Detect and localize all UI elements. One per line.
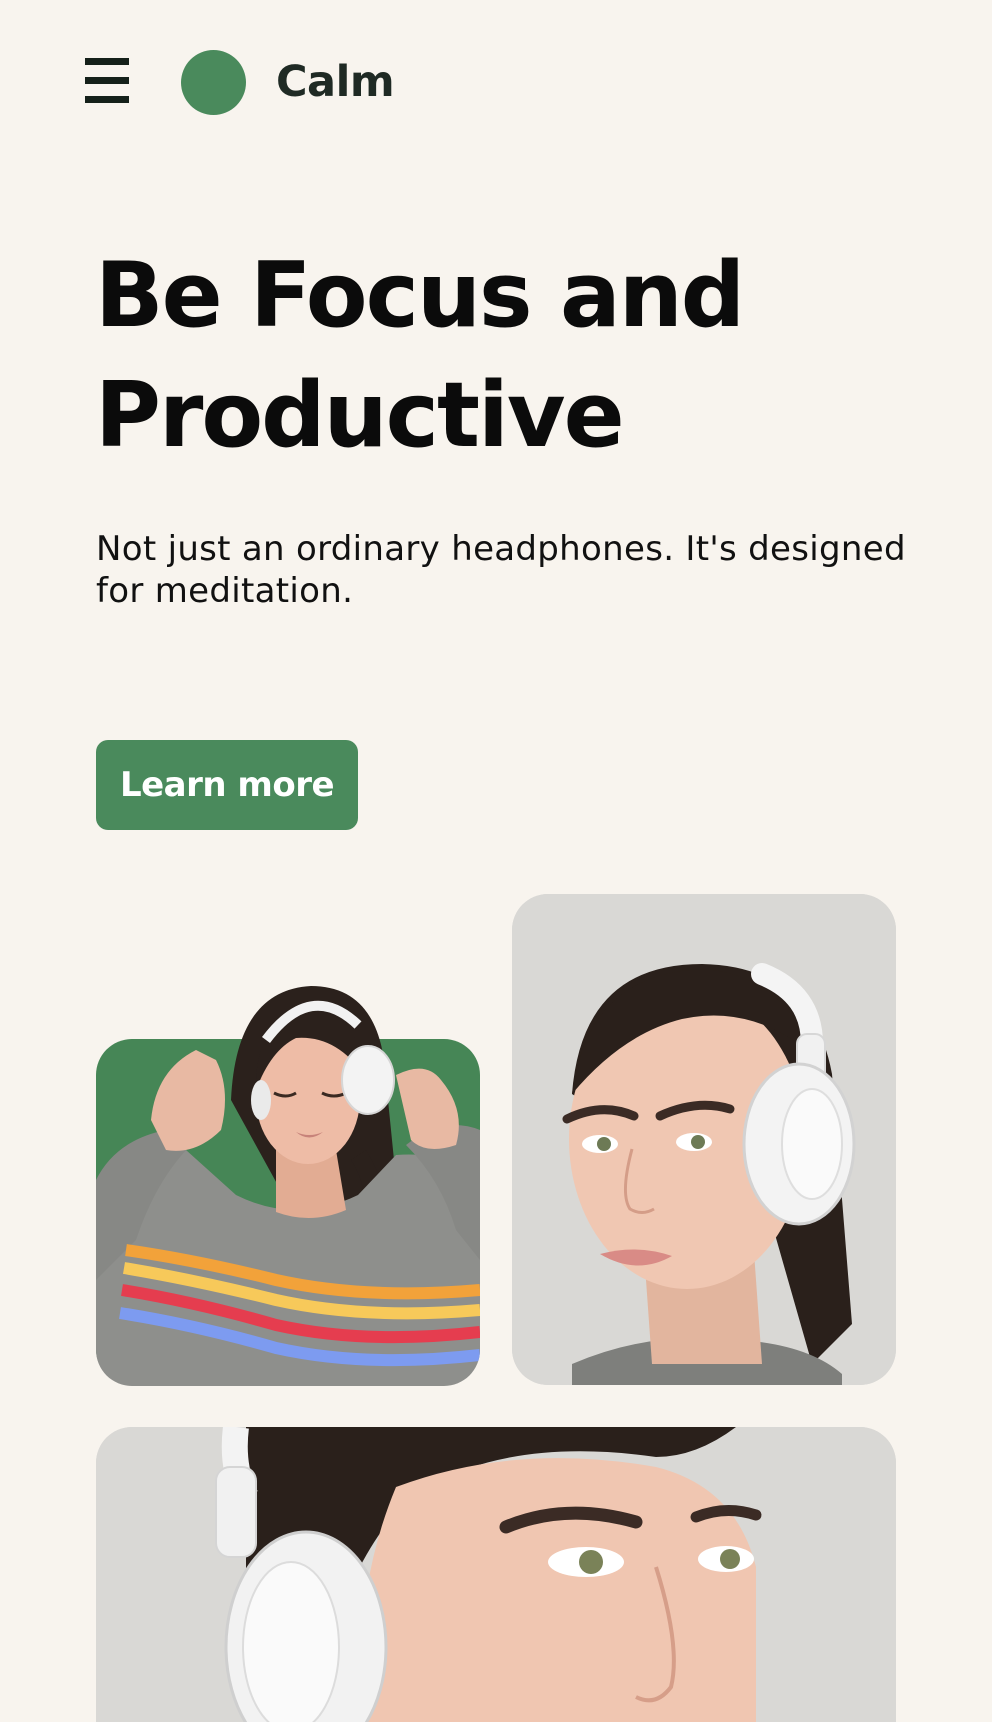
hamburger-line [85,96,129,103]
woman-with-headphones-eyes-closed-photo [96,980,480,1386]
hamburger-menu-icon[interactable] [85,58,129,104]
hero-title: Be Focus and Productive [95,236,915,476]
photo-illustration-3 [96,1427,896,1722]
hamburger-line [85,77,129,84]
landing-page: Calm Be Focus and Productive Not just an … [0,0,992,1722]
hero-title-line-2: Productive [95,363,625,468]
photo-illustration-2 [512,894,896,1385]
green-circle-logo-icon[interactable] [181,50,246,115]
woman-with-headphones-smiling-photo [512,894,896,1385]
hero-title-line-1: Be Focus and [95,243,745,348]
brand-name[interactable]: Calm [276,56,395,108]
photo-illustration-1 [96,986,480,1386]
hamburger-line [85,58,129,65]
learn-more-button[interactable]: Learn more [96,740,358,830]
woman-with-headphones-closeup-photo [96,1427,896,1722]
hero-subtitle: Not just an ordinary headphones. It's de… [96,529,906,611]
navbar: Calm [0,0,992,170]
